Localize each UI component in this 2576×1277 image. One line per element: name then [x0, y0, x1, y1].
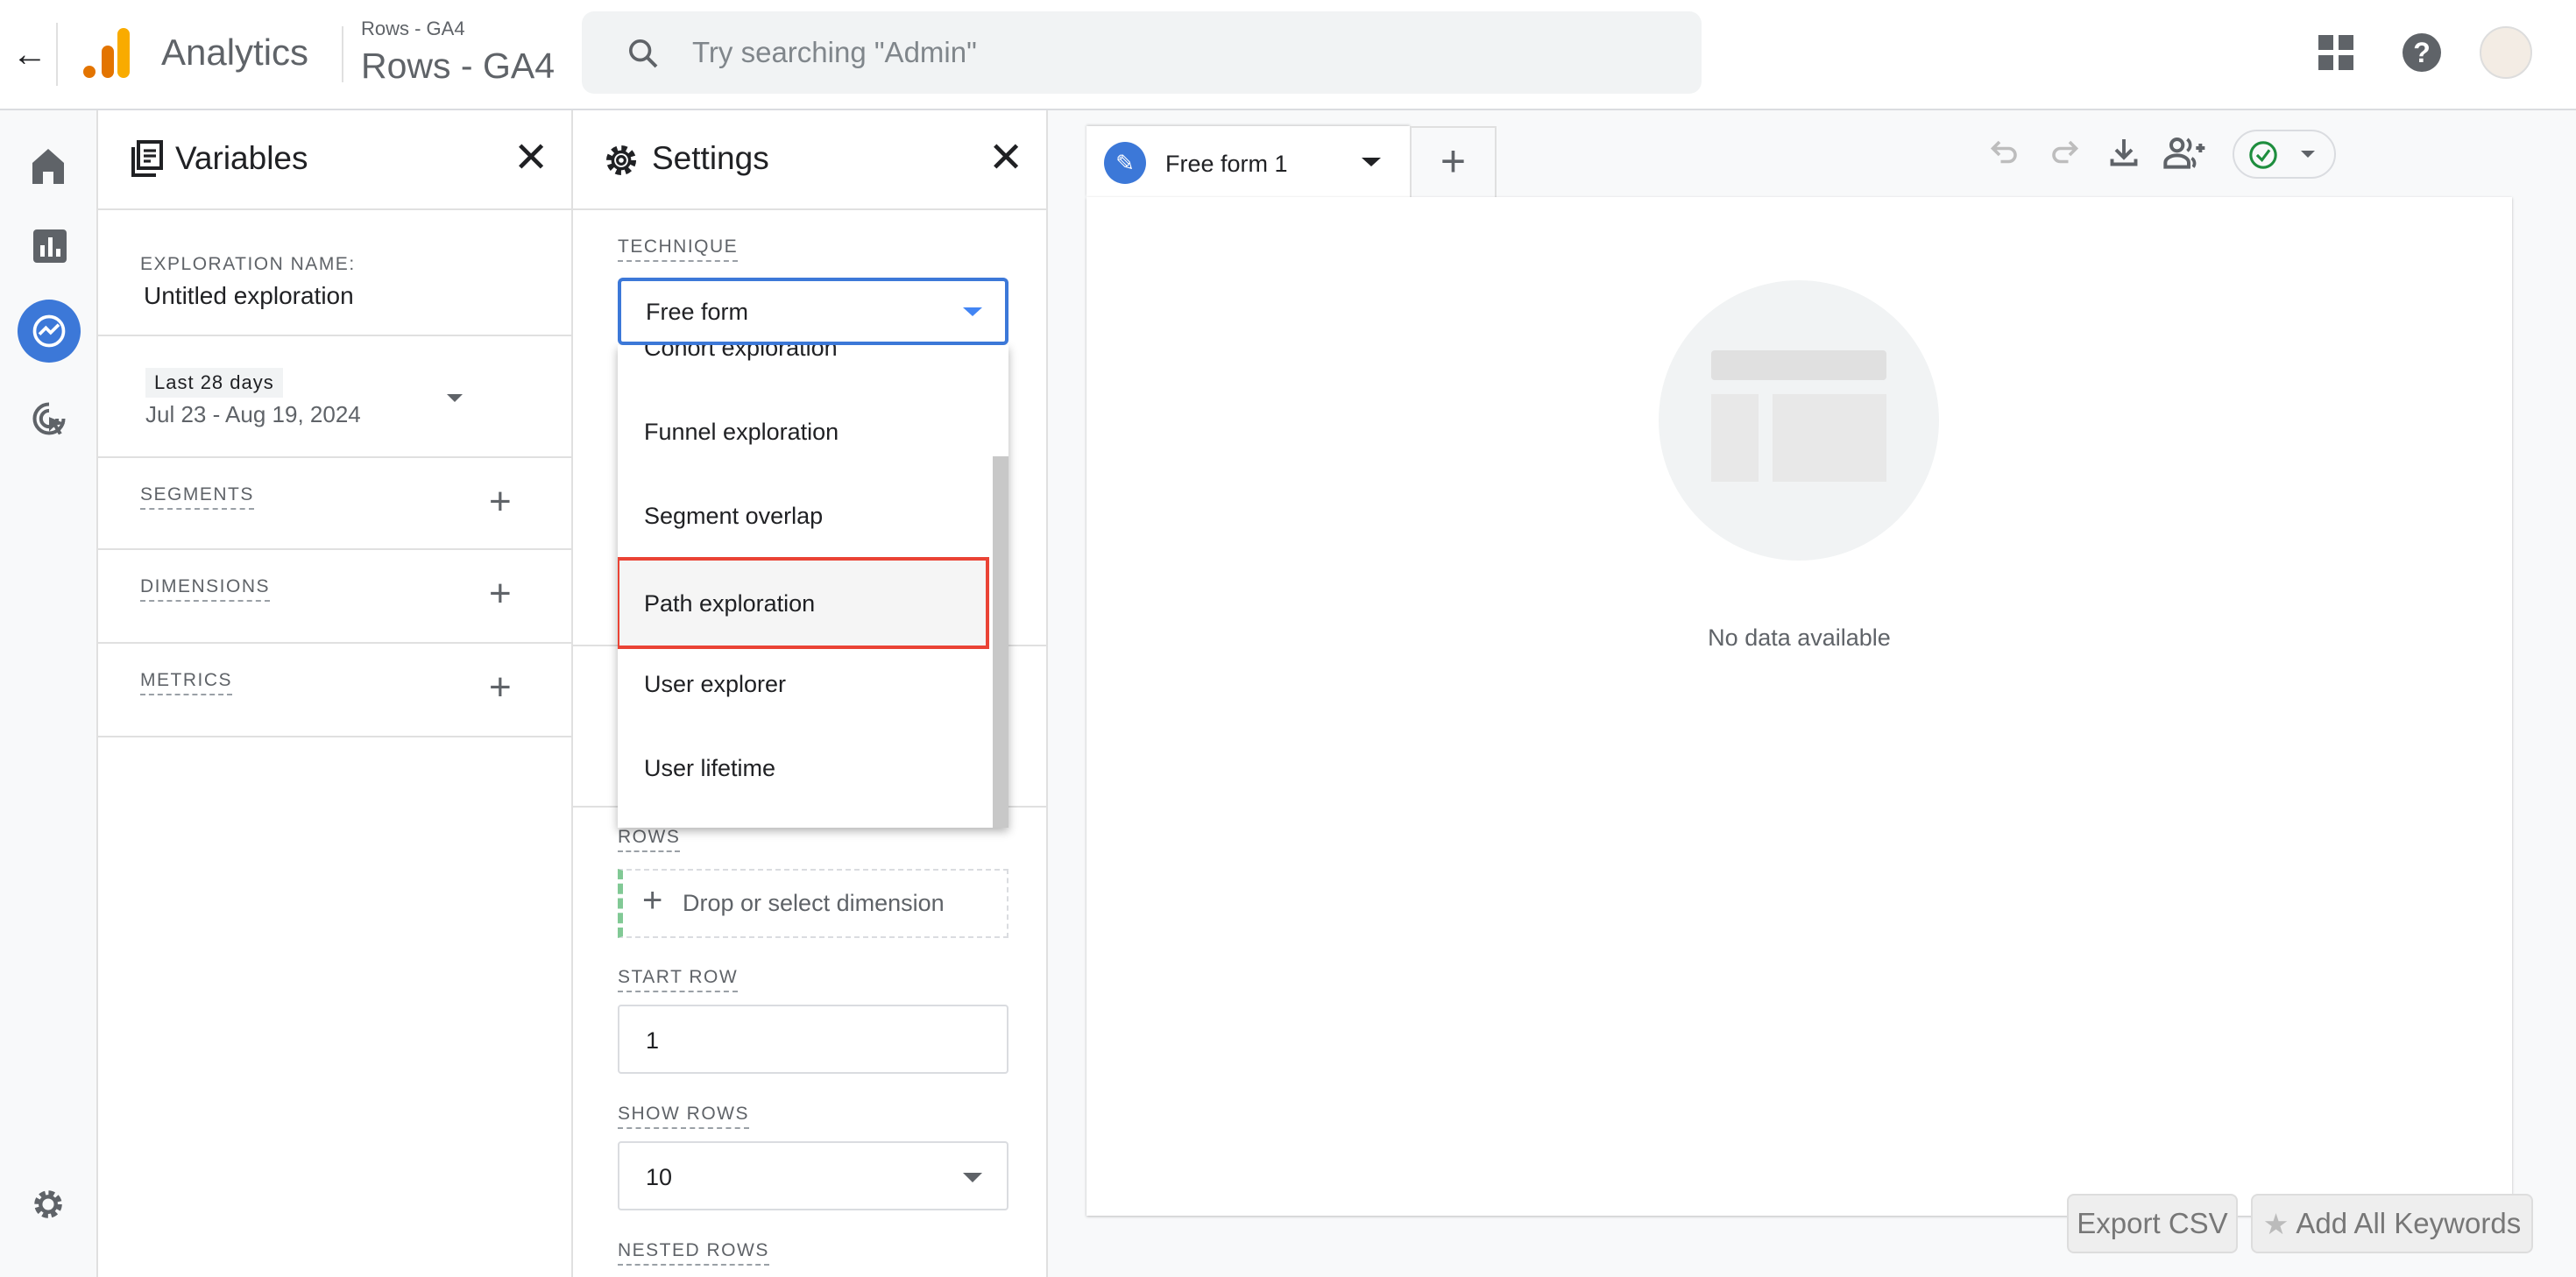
show-rows-select[interactable]: 10: [618, 1141, 1008, 1210]
reports-icon[interactable]: [33, 229, 67, 263]
technique-dropdown: Cohort exploration Funnel exploration Se…: [618, 345, 1008, 828]
no-data-text: No data available: [1708, 624, 1891, 651]
search-icon: [629, 39, 658, 68]
date-range: Jul 23 - Aug 19, 2024: [145, 401, 361, 427]
technique-value: Free form: [646, 299, 749, 325]
chevron-down-icon: [963, 1173, 982, 1182]
rows-placeholder: Drop or select dimension: [683, 890, 945, 916]
download-icon[interactable]: [2108, 137, 2140, 168]
settings-title: Settings: [652, 140, 769, 176]
add-tab-button[interactable]: +: [1410, 126, 1497, 197]
close-variables-icon[interactable]: ✕: [513, 133, 548, 182]
show-rows-label: SHOW ROWS: [618, 1104, 749, 1129]
option-path-exploration[interactable]: Path exploration: [618, 557, 989, 649]
apps-grid-icon[interactable]: [2318, 35, 2353, 70]
property-selector[interactable]: Rows - GA4: [361, 46, 555, 87]
dimensions-label: DIMENSIONS: [140, 576, 271, 602]
option-label: Path exploration: [644, 590, 816, 617]
option-segment-overlap[interactable]: Segment overlap: [644, 503, 823, 530]
close-settings-icon[interactable]: ✕: [988, 133, 1023, 182]
export-csv-button[interactable]: Export CSV: [2067, 1194, 2238, 1253]
avatar[interactable]: [2480, 26, 2532, 79]
search-input[interactable]: Try searching "Admin": [692, 36, 977, 69]
tab-menu-icon[interactable]: [1362, 158, 1381, 166]
show-rows-value: 10: [646, 1164, 673, 1190]
admin-gear-icon[interactable]: [30, 1186, 67, 1223]
chevron-down-icon: [2301, 151, 2315, 158]
add-dimension-icon[interactable]: +: [489, 575, 512, 613]
rows-drop-zone[interactable]: + Drop or select dimension: [618, 869, 1008, 938]
option-user-lifetime[interactable]: User lifetime: [644, 755, 775, 782]
variables-icon: [131, 140, 163, 177]
divider: [342, 26, 343, 82]
option-cohort-exploration[interactable]: Cohort exploration: [644, 345, 838, 362]
analytics-logo-icon: [83, 28, 130, 78]
home-icon[interactable]: [32, 147, 65, 184]
top-bar: ← Analytics Rows - GA4 Rows - GA4 Try se…: [0, 0, 2576, 110]
option-user-explorer[interactable]: User explorer: [644, 671, 786, 698]
check-circle-icon: [2249, 141, 2277, 169]
app-name: Analytics: [161, 32, 309, 73]
start-row-input[interactable]: 1: [618, 1005, 1008, 1074]
variables-title: Variables: [175, 140, 308, 176]
rows-label: ROWS: [618, 827, 681, 852]
segments-section: SEGMENTS +: [98, 458, 571, 550]
add-all-keywords-label: Add All Keywords: [2296, 1207, 2522, 1239]
dropdown-scrollbar[interactable]: [993, 456, 1008, 828]
variables-header: Variables ✕: [98, 110, 571, 210]
pencil-icon: ✎: [1104, 142, 1146, 184]
variables-panel: Variables ✕ EXPLORATION NAME: Untitled e…: [98, 110, 573, 1277]
settings-gear-icon: [605, 145, 637, 176]
empty-state-illustration: [1659, 280, 1939, 561]
divider: [56, 23, 58, 86]
explore-icon[interactable]: [18, 300, 81, 363]
metrics-label: METRICS: [140, 670, 232, 695]
add-segment-icon[interactable]: +: [489, 483, 512, 521]
help-icon[interactable]: ?: [2403, 33, 2441, 72]
exploration-name-input[interactable]: Untitled exploration: [144, 282, 354, 310]
settings-header: Settings ✕: [573, 110, 1046, 210]
chevron-down-icon: [963, 307, 982, 316]
tab-label: Free form 1: [1165, 151, 1288, 177]
technique-select[interactable]: Free form: [618, 278, 1008, 345]
add-metric-icon[interactable]: +: [489, 668, 512, 707]
exploration-canvas: No data available: [1086, 197, 2512, 1216]
dimensions-section: DIMENSIONS +: [98, 550, 571, 644]
advertising-icon[interactable]: [30, 399, 68, 438]
date-preset: Last 28 days: [145, 368, 283, 398]
property-account: Rows - GA4: [361, 18, 465, 39]
save-status-button[interactable]: [2233, 130, 2336, 179]
undo-icon[interactable]: [1989, 137, 2020, 168]
add-all-keywords-button[interactable]: ★ Add All Keywords: [2251, 1194, 2533, 1253]
exploration-name-section: EXPLORATION NAME: Untitled exploration: [98, 210, 571, 336]
left-nav-rail: [0, 110, 98, 1277]
technique-label: TECHNIQUE: [618, 236, 739, 262]
back-arrow-icon[interactable]: ←: [12, 35, 47, 74]
start-row-label: START ROW: [618, 967, 739, 992]
tab-free-form-1[interactable]: ✎ Free form 1: [1086, 126, 1410, 197]
settings-panel: Settings ✕ TECHNIQUE ROWS + Drop or sele…: [573, 110, 1048, 1277]
plus-icon: +: [642, 881, 663, 920]
date-range-selector[interactable]: Last 28 days Jul 23 - Aug 19, 2024: [98, 336, 571, 458]
chevron-down-icon[interactable]: [447, 394, 463, 402]
exploration-name-label: EXPLORATION NAME:: [140, 254, 356, 274]
segments-label: SEGMENTS: [140, 484, 254, 510]
share-users-icon[interactable]: [2162, 135, 2206, 170]
option-funnel-exploration[interactable]: Funnel exploration: [644, 419, 839, 446]
redo-icon[interactable]: [2049, 137, 2080, 168]
metrics-section: METRICS +: [98, 644, 571, 737]
star-icon: ★: [2262, 1207, 2289, 1240]
search-bar[interactable]: Try searching "Admin": [582, 11, 1702, 94]
nested-rows-label: NESTED ROWS: [618, 1240, 769, 1266]
